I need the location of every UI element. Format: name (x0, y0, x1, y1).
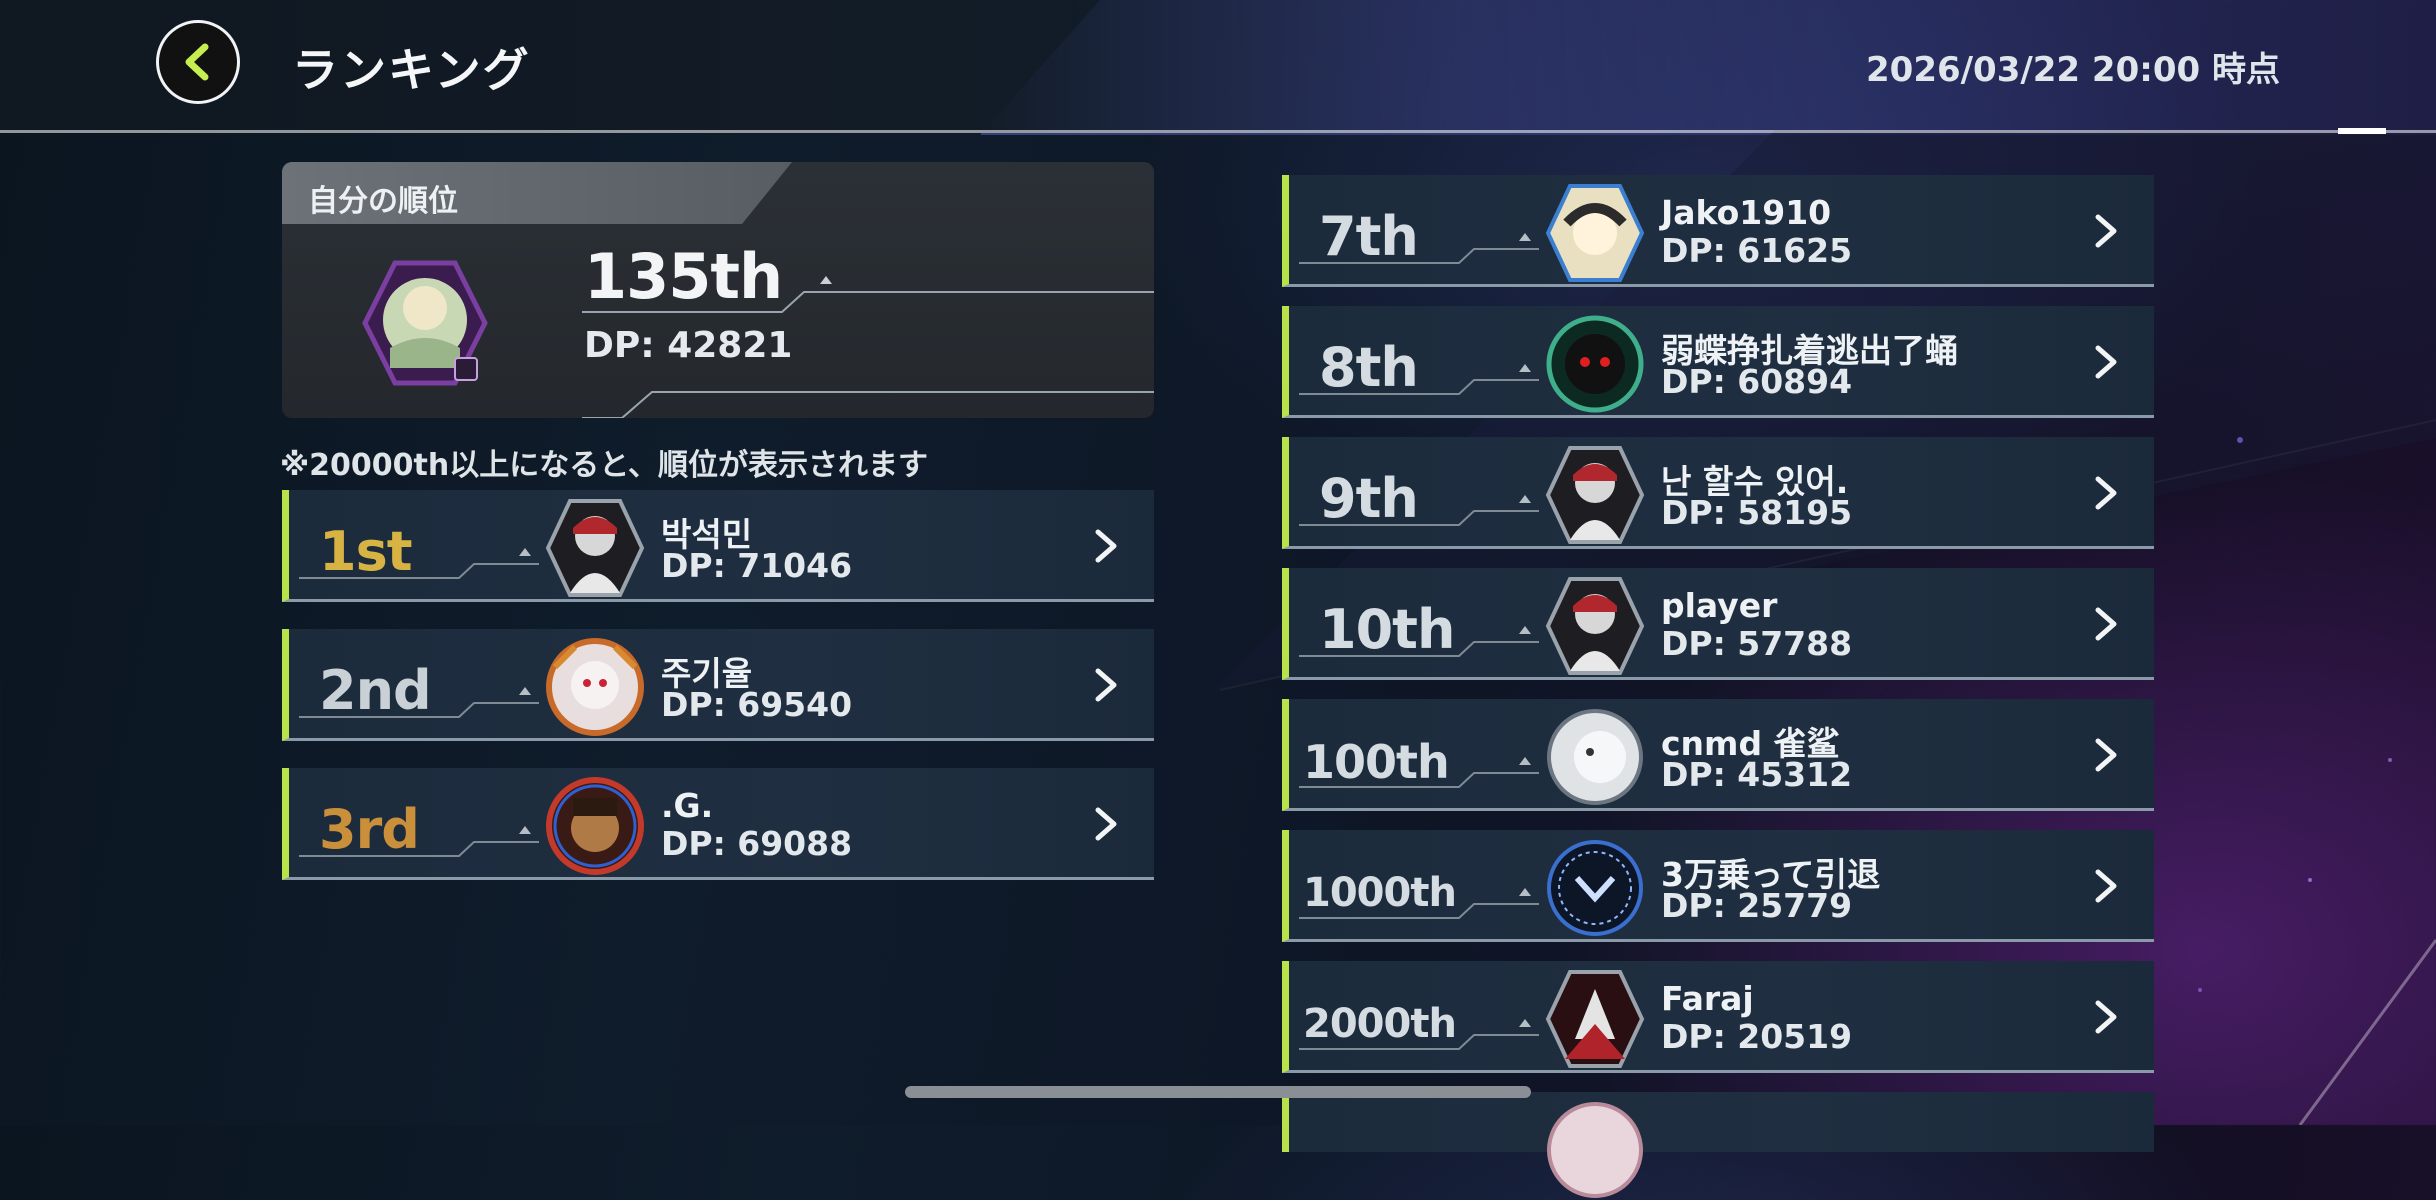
my-rank-dp: DP: 42821 (584, 325, 793, 366)
rank-line (1299, 626, 1539, 657)
player-avatar (1547, 709, 1643, 805)
player-name: .G. (661, 786, 714, 825)
player-name: Faraj (1661, 979, 1754, 1018)
player-dp: DP: 71046 (661, 546, 853, 585)
player-avatar (546, 777, 644, 875)
chevron-right-icon (2095, 738, 2117, 772)
header-dash (2338, 128, 2386, 134)
chevron-right-icon (1095, 807, 1117, 841)
rank-row-8th[interactable]: 8th 弱蝶挣扎着逃出了蛹 DP: 60894 (1282, 306, 2154, 418)
rank-row-3rd[interactable]: 3rd .G. DP: 69088 (282, 768, 1154, 880)
rank-row-1st[interactable]: 1st 박석민 DP: 71046 (282, 490, 1154, 602)
chevron-right-icon (2095, 1000, 2117, 1034)
rank-line (1299, 364, 1539, 395)
rank-line (1299, 1019, 1539, 1050)
player-avatar (1545, 577, 1645, 675)
rank-line (1299, 888, 1539, 919)
player-avatar (1545, 184, 1645, 282)
chevron-right-icon (2095, 607, 2117, 641)
player-dp: DP: 20519 (1661, 1017, 1853, 1056)
home-indicator[interactable] (905, 1086, 1531, 1098)
page-title: ランキング (292, 43, 531, 97)
player-dp: DP: 61625 (1661, 231, 1853, 270)
rank-line (299, 548, 539, 579)
rank-row-7th[interactable]: 7th Jako1910 DP: 61625 (1282, 175, 2154, 287)
top-bar: ランキング 2026/03/22 20:00 時点 (0, 0, 2436, 133)
player-dp: DP: 45312 (1661, 755, 1853, 794)
player-avatar (545, 499, 645, 597)
chevron-left-icon (185, 43, 209, 81)
chevron-right-icon (2095, 869, 2117, 903)
rank-line (1299, 757, 1539, 788)
player-dp: DP: 69540 (661, 685, 853, 724)
rank-line (299, 826, 539, 857)
rank-note: ※20000th以上になると、順位が表示されます (280, 448, 929, 483)
player-dp: DP: 25779 (1661, 886, 1853, 925)
rank-line (1299, 233, 1539, 264)
player-avatar (1546, 315, 1644, 413)
player-avatar (1547, 840, 1643, 936)
timestamp: 2026/03/22 20:00 時点 (1866, 50, 2280, 90)
player-avatar (1545, 970, 1645, 1068)
my-avatar (362, 260, 488, 386)
rank-row-2000th[interactable]: 2000th Faraj DP: 20519 (1282, 961, 2154, 1073)
player-dp: DP: 60894 (1661, 362, 1853, 401)
rank-row-9th[interactable]: 9th 난 할수 있어. DP: 58195 (1282, 437, 2154, 549)
player-dp: DP: 57788 (1661, 624, 1853, 663)
chevron-right-icon (2095, 476, 2117, 510)
rank-row-partial[interactable] (1282, 1092, 2154, 1198)
rank-row-10th[interactable]: 10th player DP: 57788 (1282, 568, 2154, 680)
my-rank-card: 自分の順位 135th DP: 42821 (282, 162, 1154, 418)
player-avatar (1547, 1102, 1643, 1198)
player-dp: DP: 58195 (1661, 493, 1853, 532)
chevron-right-icon (1095, 668, 1117, 702)
chevron-right-icon (2095, 345, 2117, 379)
chevron-right-icon (1095, 529, 1117, 563)
rank-line (299, 687, 539, 718)
rank-line (1299, 495, 1539, 526)
player-name: Jako1910 (1661, 193, 1832, 232)
player-avatar (1545, 446, 1645, 544)
back-button[interactable] (156, 20, 240, 104)
player-avatar (546, 638, 644, 736)
player-dp: DP: 69088 (661, 824, 853, 863)
my-rank-label: 自分の順位 (308, 184, 458, 219)
rank-row-100th[interactable]: 100th cnmd 雀鲨 DP: 45312 (1282, 699, 2154, 811)
chevron-right-icon (2095, 214, 2117, 248)
rank-row-2nd[interactable]: 2nd 주기율 DP: 69540 (282, 629, 1154, 741)
player-name: player (1661, 586, 1778, 625)
rank-row-1000th[interactable]: 1000th 3万乗って引退 DP: 25779 (1282, 830, 2154, 942)
